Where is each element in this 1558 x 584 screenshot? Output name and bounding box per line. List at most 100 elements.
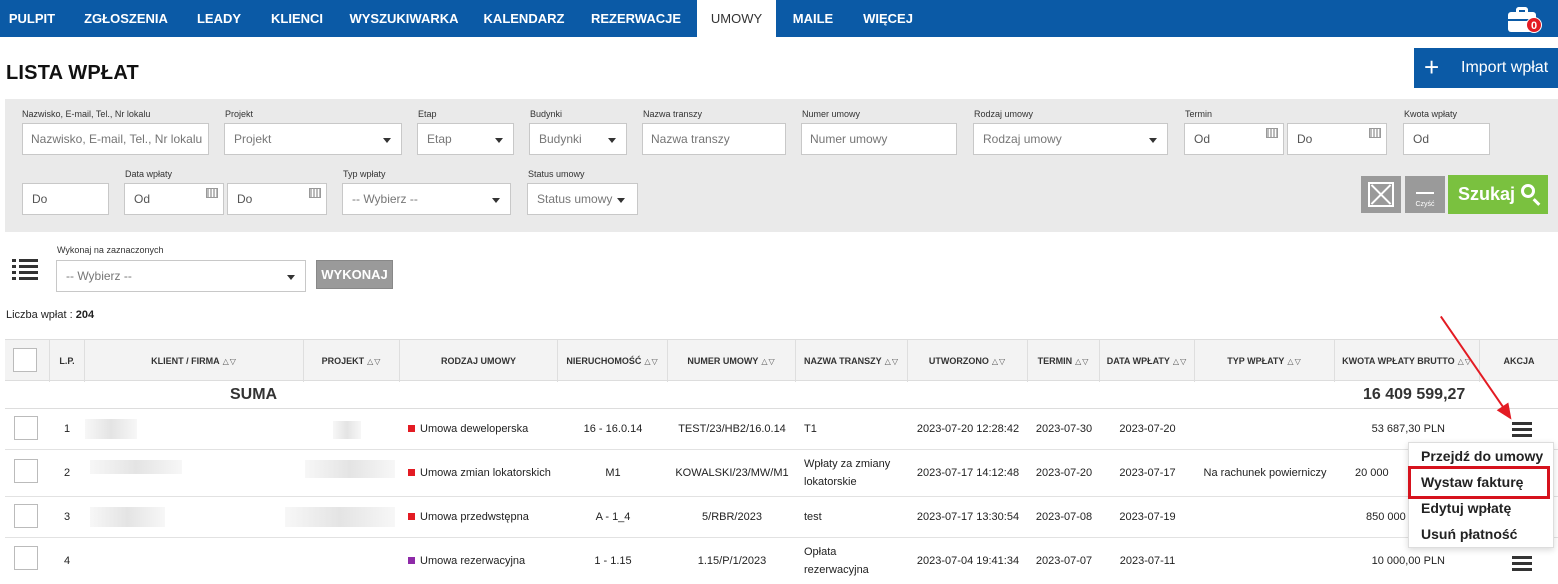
deadline-to-input[interactable]: Do (1287, 123, 1387, 155)
buildings-select[interactable]: Budynki (529, 123, 627, 155)
search-input[interactable] (22, 123, 209, 155)
excel-export-button[interactable] (1361, 176, 1401, 213)
calendar-icon[interactable] (206, 188, 218, 198)
sort-icon[interactable]: △▽ (1287, 357, 1301, 366)
clear-filters-label: Czyść (1415, 201, 1435, 208)
row-lp: 3 (64, 511, 71, 523)
tab-leady[interactable]: LEADY (188, 0, 250, 37)
column-header-client[interactable]: KLIENT / FIRMA △▽ (85, 340, 304, 382)
menu-item-delete-payment[interactable]: Usuń płatność (1421, 526, 1517, 542)
column-header-tranche-label: NAZWA TRANSZY (804, 356, 882, 366)
briefcase-icon[interactable]: 0 (1508, 4, 1542, 33)
payment-date-from-input[interactable]: Od (124, 183, 224, 215)
column-header-payment-type-label: TYP WPŁATY (1227, 356, 1285, 366)
tranche-name: test (804, 511, 822, 523)
deadline-from-input[interactable]: Od (1184, 123, 1284, 155)
tab-wyszukiwarka[interactable]: WYSZUKIWARKA (344, 0, 464, 37)
client-name-redacted[interactable] (90, 460, 182, 474)
search-button[interactable]: Szukaj (1448, 175, 1548, 214)
column-header-project[interactable]: PROJEKT △▽ (304, 340, 400, 382)
payment-amount-to-input[interactable]: Do (22, 183, 109, 215)
tab-rezerwacje[interactable]: REZERWACJE (584, 0, 688, 37)
sort-icon[interactable]: △▽ (1173, 357, 1187, 366)
contract-number[interactable]: 1.15/P/1/2023 (668, 555, 796, 567)
tab-umowy[interactable]: UMOWY (697, 0, 776, 37)
tab-wiecej[interactable]: WIĘCEJ (854, 0, 922, 37)
clear-filters-button[interactable]: Czyść (1405, 176, 1445, 213)
column-header-payment-date[interactable]: DATA WPŁATY △▽ (1100, 340, 1195, 382)
sum-row: SUMA 16 409 599,27 (5, 381, 1558, 409)
column-header-payment-type[interactable]: TYP WPŁATY △▽ (1195, 340, 1335, 382)
sort-icon[interactable]: △▽ (1075, 357, 1089, 366)
client-name-redacted[interactable] (90, 507, 165, 527)
tab-zgloszenia[interactable]: ZGŁOSZENIA (76, 0, 176, 37)
contract-type-text: Umowa zmian lokatorskich (420, 467, 551, 479)
bulk-action-select[interactable]: -- Wybierz -- (56, 260, 306, 292)
payment-type-select[interactable]: -- Wybierz -- (342, 183, 511, 215)
payment-amount: 20 000 (1355, 467, 1389, 479)
row-checkbox[interactable] (14, 416, 38, 440)
contract-number[interactable]: TEST/23/HB2/16.0.14 (668, 423, 796, 435)
sort-icon[interactable]: △▽ (223, 357, 237, 366)
notification-badge: 0 (1526, 17, 1542, 33)
buildings-select-value: Budynki (539, 132, 582, 146)
sort-icon[interactable]: △▽ (885, 357, 899, 366)
hamburger-menu-icon[interactable] (1512, 422, 1532, 438)
sum-value: 16 409 599,27 (1363, 386, 1466, 403)
contract-status-select-value: Status umowy (537, 192, 613, 206)
column-header-deadline-label: TERMIN (1037, 356, 1073, 366)
sort-icon[interactable]: △▽ (761, 357, 775, 366)
hamburger-menu-icon[interactable] (1512, 556, 1532, 572)
highlight-annotation (1408, 466, 1550, 499)
row-lp: 1 (64, 423, 71, 435)
payment-amount-from-input[interactable]: Od (1403, 123, 1490, 155)
tab-pulpit[interactable]: PULPIT (0, 0, 64, 37)
table-header: L.P. KLIENT / FIRMA △▽ PROJEKT △▽ RODZAJ U… (5, 339, 1558, 382)
column-header-contract-type: RODZAJ UMOWY (400, 340, 558, 382)
contract-number-input[interactable] (801, 123, 957, 155)
tab-maile[interactable]: MAILE (784, 0, 842, 37)
contract-status-select[interactable]: Status umowy (527, 183, 638, 215)
list-icon[interactable] (12, 259, 38, 280)
project-select-value: Projekt (234, 132, 272, 146)
chevron-down-icon (383, 138, 391, 143)
project-select[interactable]: Projekt (224, 123, 402, 155)
minus-icon (1416, 192, 1434, 194)
contract-number[interactable]: 5/RBR/2023 (668, 511, 796, 523)
calendar-icon[interactable] (1369, 128, 1381, 138)
column-header-created[interactable]: UTWORZONO △▽ (908, 340, 1028, 382)
sort-icon[interactable]: △▽ (992, 357, 1006, 366)
execute-button[interactable]: WYKONAJ (316, 260, 393, 289)
calendar-icon[interactable] (309, 188, 321, 198)
menu-item-edit-payment[interactable]: Edytuj wpłatę (1421, 500, 1511, 516)
column-header-amount[interactable]: KWOTA WPŁATY BRUTTO △▽ (1335, 340, 1480, 382)
payment-amount: 850 000 (1366, 511, 1406, 523)
column-header-property[interactable]: NIERUCHOMOŚĆ △▽ (558, 340, 668, 382)
payment-date-label: Data wpłaty (125, 169, 173, 179)
sort-icon[interactable]: △▽ (644, 357, 658, 366)
import-button-label: Import wpłat (1461, 59, 1549, 76)
column-header-deadline[interactable]: TERMIN △▽ (1028, 340, 1100, 382)
row-checkbox[interactable] (14, 546, 38, 570)
row-checkbox[interactable] (14, 504, 38, 528)
tranche-name-input[interactable] (642, 123, 786, 155)
created-at: 2023-07-20 12:28:42 (916, 423, 1020, 435)
chevron-down-icon (1149, 138, 1157, 143)
column-header-tranche[interactable]: NAZWA TRANSZY △▽ (796, 340, 908, 382)
select-all-checkbox[interactable] (13, 348, 37, 372)
contract-number[interactable]: KOWALSKI/23/MW/M1 (668, 467, 796, 479)
calendar-icon[interactable] (1266, 128, 1278, 138)
payment-date-to-input[interactable]: Do (227, 183, 327, 215)
stage-select[interactable]: Etap (417, 123, 514, 155)
client-name-redacted[interactable] (85, 419, 137, 439)
property: M1 (605, 467, 621, 479)
import-payments-button[interactable]: + Import wpłat (1414, 48, 1558, 88)
menu-item-go-to-contract[interactable]: Przejdź do umowy (1421, 448, 1543, 464)
sort-icon[interactable]: △▽ (367, 357, 381, 366)
tab-kalendarz[interactable]: KALENDARZ (476, 0, 572, 37)
contract-type-select[interactable]: Rodzaj umowy (973, 123, 1168, 155)
row-checkbox[interactable] (14, 459, 38, 483)
column-header-contract-number[interactable]: NUMER UMOWY △▽ (668, 340, 796, 382)
deadline-from-value: Od (1194, 132, 1211, 146)
tab-klienci[interactable]: KLIENCI (262, 0, 332, 37)
